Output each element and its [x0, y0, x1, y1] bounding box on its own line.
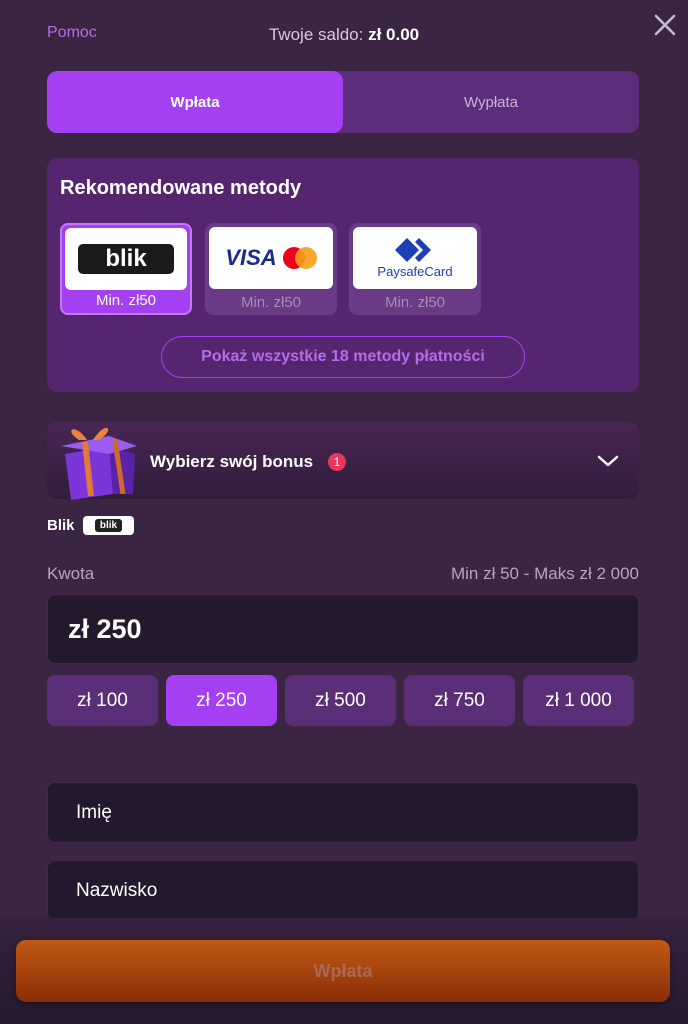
bonus-selector[interactable]: Wybierz swój bonus 1	[47, 422, 639, 500]
method-min-amount: Min. zł50	[95, 292, 157, 309]
selected-method-label: Blik	[47, 517, 75, 534]
tab-withdraw[interactable]: Wypłata	[343, 71, 639, 133]
preset-500[interactable]: zł 500	[285, 675, 396, 726]
show-all-methods-button[interactable]: Pokaż wszystkie 18 metody płatności	[161, 336, 525, 378]
visa-mastercard-logo: VISA	[209, 227, 333, 289]
paysafecard-icon	[395, 237, 431, 262]
amount-presets: zł 100 zł 250 zł 500 zł 750 zł 1 000	[47, 675, 639, 726]
method-min-amount: Min. zł50	[384, 294, 446, 311]
balance-display: Twoje saldo: zł 0.00	[0, 25, 688, 45]
paysafecard-logo: PaysafeCard	[353, 227, 477, 289]
blik-logo-text: blik	[105, 245, 147, 272]
amount-range: Min zł 50 - Maks zł 2 000	[450, 564, 639, 583]
mastercard-icon	[282, 247, 317, 269]
gift-icon	[61, 427, 137, 500]
method-paysafecard[interactable]: PaysafeCard Min. zł50	[349, 223, 481, 315]
paysafecard-logo-text: PaysafeCard	[377, 263, 453, 279]
preset-100[interactable]: zł 100	[47, 675, 158, 726]
close-icon[interactable]	[652, 12, 678, 38]
amount-label: Kwota	[47, 564, 95, 583]
blik-logo: blik	[65, 228, 187, 290]
recommended-methods-panel: Rekomendowane metody blik Min. zł50 VISA…	[47, 158, 639, 392]
bonus-count-badge: 1	[328, 453, 346, 471]
method-visa-mastercard[interactable]: VISA Min. zł50	[205, 223, 337, 315]
recommended-title: Rekomendowane metody	[60, 177, 302, 199]
chevron-down-icon[interactable]	[596, 451, 620, 471]
visa-logo-text: VISA	[225, 245, 277, 270]
amount-input[interactable]: zł 250	[47, 594, 639, 664]
last-name-field[interactable]: Nazwisko	[47, 860, 639, 921]
method-min-amount: Min. zł50	[240, 294, 302, 311]
balance-label: Twoje saldo:	[268, 25, 364, 44]
balance-value: zł 0.00	[368, 25, 420, 44]
tab-deposit[interactable]: Wpłata	[47, 71, 343, 133]
preset-1000[interactable]: zł 1 000	[523, 675, 634, 726]
method-blik[interactable]: blik Min. zł50	[60, 223, 192, 315]
deposit-submit-button[interactable]: Wpłata	[16, 940, 670, 1002]
first-name-field[interactable]: Imię	[47, 782, 639, 843]
deposit-withdraw-tabs: Wpłata Wypłata	[47, 71, 639, 133]
preset-750[interactable]: zł 750	[404, 675, 515, 726]
preset-250[interactable]: zł 250	[166, 675, 277, 726]
blik-chip-text: blik	[94, 519, 123, 532]
top-bar: Pomoc Twoje saldo: zł 0.00	[0, 0, 688, 60]
blik-chip: blik	[83, 516, 134, 535]
bonus-title: Wybierz swój bonus	[150, 452, 314, 471]
